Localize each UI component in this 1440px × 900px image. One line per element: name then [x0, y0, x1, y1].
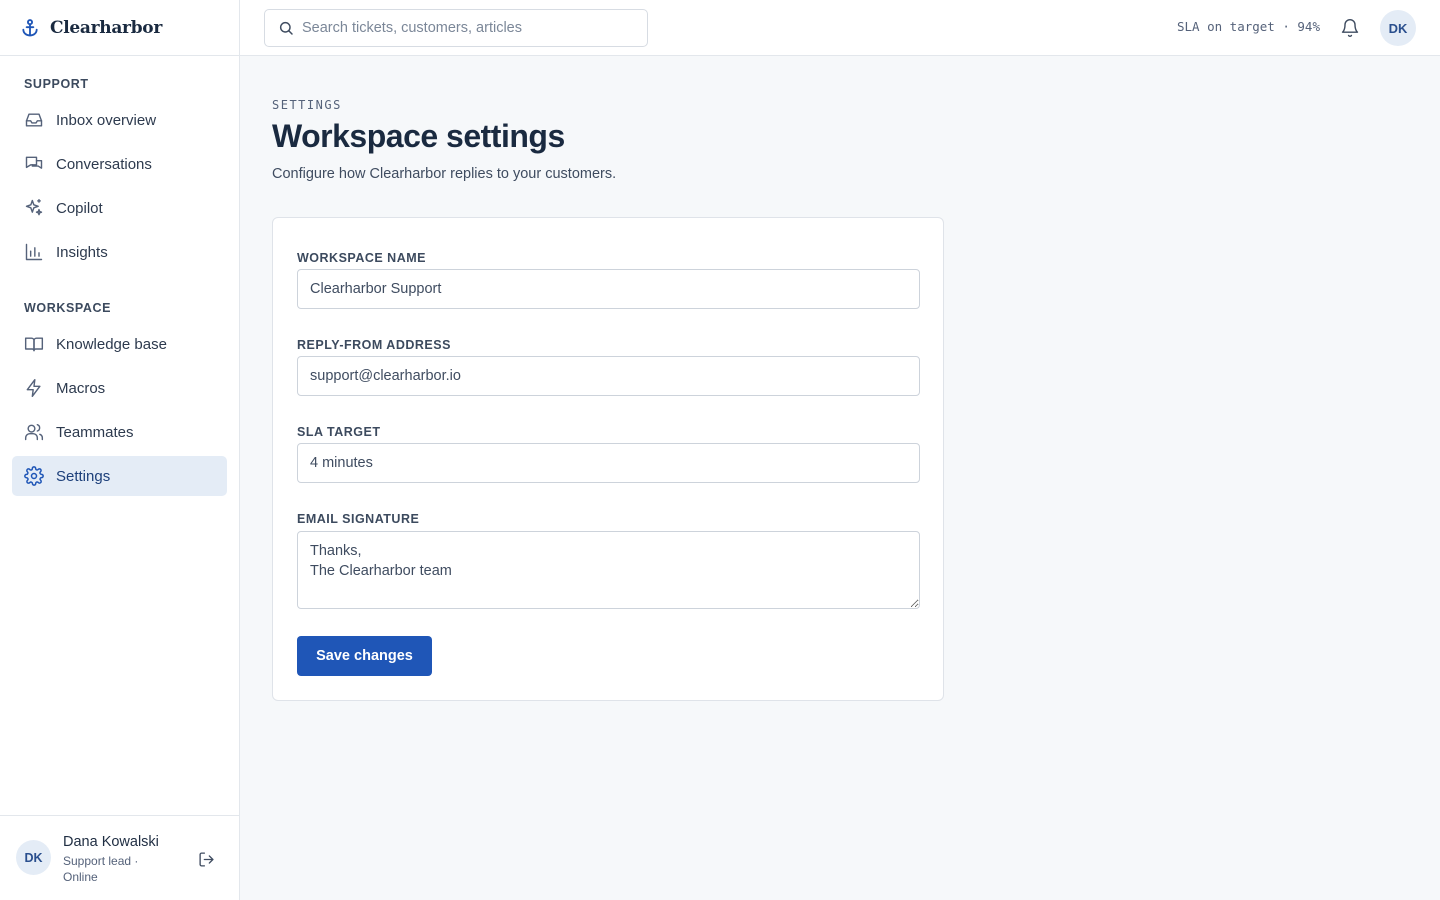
sidebar-item-label: Conversations [56, 155, 152, 173]
sidebar-item-conversations[interactable]: Conversations [12, 144, 227, 184]
brand-name: Clearharbor [50, 17, 162, 38]
search-box[interactable] [264, 9, 648, 47]
workspace-name-label: WORKSPACE NAME [297, 251, 426, 265]
sparkles-icon [24, 198, 44, 218]
workspace-name-field[interactable] [297, 269, 920, 309]
chat-bubbles-icon [24, 154, 44, 174]
sla-target-field[interactable] [297, 443, 920, 483]
book-icon [24, 334, 44, 354]
bell-icon[interactable] [1340, 17, 1360, 39]
sidebar-item-label: Macros [56, 379, 106, 397]
page-title: Workspace settings [272, 118, 565, 154]
users-icon [24, 422, 44, 442]
sidebar-item-label: Copilot [56, 199, 103, 217]
sidebar-item-label: Inbox overview [56, 111, 157, 129]
brand[interactable]: Clearharbor [0, 0, 239, 56]
avatar[interactable]: DK [16, 840, 51, 875]
search-icon [278, 20, 294, 36]
logout-icon[interactable] [196, 849, 216, 869]
sidebar-item-inbox-overview[interactable]: Inbox overview [12, 100, 227, 140]
section-label-support: SUPPORT [24, 77, 89, 91]
breadcrumb: SETTINGS [272, 98, 342, 112]
anchor-icon [20, 18, 40, 38]
sla-target-label: SLA TARGET [297, 425, 381, 439]
user-role-status: Support lead · Online [63, 854, 139, 884]
search-input[interactable] [302, 20, 632, 36]
topbar: SLA on target · 94% DK [240, 0, 1440, 56]
sidebar-item-macros[interactable]: Macros [12, 368, 227, 408]
sidebar: Clearharbor SUPPORT Inbox overview Conve… [0, 0, 240, 900]
email-signature-label: EMAIL SIGNATURE [297, 512, 420, 526]
sidebar-item-label: Knowledge base [56, 335, 167, 353]
inbox-icon [24, 110, 44, 130]
page-subtitle: Configure how Clearharbor replies to you… [272, 166, 617, 182]
reply-from-label: REPLY-FROM ADDRESS [297, 338, 451, 352]
section-label-workspace: WORKSPACE [24, 301, 112, 315]
sidebar-item-knowledge-base[interactable]: Knowledge base [12, 324, 227, 364]
sidebar-item-settings[interactable]: Settings [12, 456, 227, 496]
sidebar-item-label: Insights [56, 243, 108, 261]
email-signature-field[interactable]: Thanks, The Clearharbor team [297, 531, 920, 609]
sla-status: SLA on target · 94% [1177, 19, 1320, 34]
sidebar-item-insights[interactable]: Insights [12, 232, 227, 272]
sidebar-item-label: Teammates [56, 423, 134, 441]
gear-icon [24, 466, 44, 486]
sidebar-item-label: Settings [56, 467, 111, 485]
bar-chart-icon [24, 242, 44, 262]
sidebar-item-teammates[interactable]: Teammates [12, 412, 227, 452]
save-button[interactable]: Save changes [297, 636, 432, 676]
user-name: Dana Kowalski [63, 834, 159, 850]
sidebar-item-copilot[interactable]: Copilot [12, 188, 227, 228]
settings-form: WORKSPACE NAME REPLY-FROM ADDRESS SLA TA… [272, 217, 944, 701]
reply-from-field[interactable] [297, 356, 920, 396]
avatar[interactable]: DK [1380, 10, 1416, 46]
current-user: DK Dana Kowalski Support lead · Online [0, 815, 239, 900]
bolt-icon [24, 378, 44, 398]
